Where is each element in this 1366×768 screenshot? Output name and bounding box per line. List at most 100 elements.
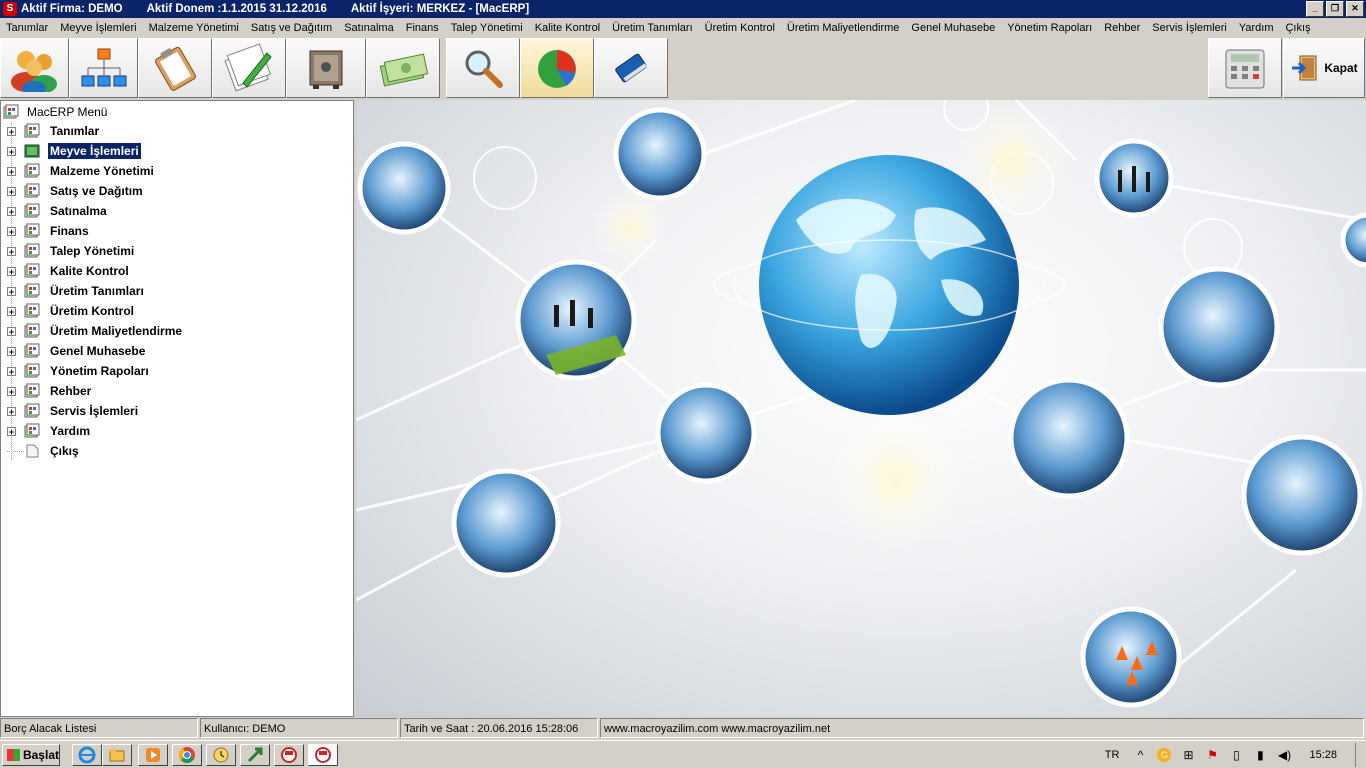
close-window-button[interactable]: ✕ — [1346, 1, 1364, 17]
menu-item-16[interactable]: Çıkış — [1279, 22, 1316, 34]
tree-item[interactable]: + Servis İşlemleri — [7, 401, 140, 421]
taskbar-app-clock[interactable] — [206, 744, 236, 766]
users-button[interactable] — [0, 38, 69, 98]
expand-icon[interactable]: + — [7, 346, 16, 356]
tree-item[interactable]: + Satış ve Dağıtım — [7, 181, 145, 201]
expand-icon[interactable]: + — [7, 406, 16, 416]
menu-item-7[interactable]: Kalite Kontrol — [529, 22, 606, 34]
expand-icon[interactable]: + — [7, 286, 16, 296]
taskbar-explorer[interactable] — [102, 744, 132, 766]
org-chart-icon — [81, 48, 126, 87]
money-button[interactable] — [366, 38, 440, 98]
menu-item-1[interactable]: Meyve İşlemleri — [54, 22, 142, 34]
expand-icon[interactable]: + — [7, 306, 16, 316]
menu-item-9[interactable]: Üretim Kontrol — [699, 22, 781, 34]
status-website: www.macroyazilim.com www.macroyazilim.ne… — [600, 718, 1364, 738]
book-icon — [615, 53, 648, 83]
menu-item-5[interactable]: Finans — [400, 22, 445, 34]
safe-button[interactable] — [286, 38, 366, 98]
expand-icon[interactable]: + — [7, 246, 16, 256]
expand-icon[interactable]: + — [7, 186, 16, 196]
power-icon[interactable]: ▯ — [1229, 748, 1243, 762]
volume-icon[interactable]: ◀) — [1277, 748, 1291, 762]
taskbar-app-macerp-2[interactable] — [308, 744, 338, 766]
expand-icon[interactable]: + — [7, 426, 16, 436]
menu-folder-icon — [24, 363, 40, 378]
tree-item[interactable]: + Üretim Maliyetlendirme — [7, 321, 184, 341]
menu-item-10[interactable]: Üretim Maliyetlendirme — [781, 22, 905, 34]
status-bar: Borç Alacak Listesi Kullanıcı: DEMO Tari… — [0, 718, 1366, 740]
org-chart-button[interactable] — [69, 38, 138, 98]
app-menu-icon — [3, 104, 19, 119]
tree-item[interactable]: + Talep Yönetimi — [7, 241, 136, 261]
status-datetime: Tarih ve Saat : 20.06.2016 15:28:06 — [400, 718, 598, 738]
expand-icon[interactable]: + — [7, 266, 16, 276]
tree-item[interactable]: + Tanımlar — [7, 121, 101, 141]
menu-item-2[interactable]: Malzeme Yönetimi — [143, 22, 245, 34]
tree-item[interactable]: + Genel Muhasebe — [7, 341, 147, 361]
arrow-app-icon — [247, 747, 263, 763]
tray-app-icon[interactable]: G — [1157, 748, 1172, 762]
menu-item-0[interactable]: Tanımlar — [0, 22, 54, 34]
taskbar-ie[interactable] — [72, 744, 102, 766]
expand-icon[interactable]: + — [7, 166, 16, 176]
clock[interactable]: 15:28 — [1309, 749, 1337, 761]
tree-item[interactable]: + Meyve İşlemleri — [7, 141, 142, 161]
tree-item[interactable]: + Finans — [7, 221, 91, 241]
tree-item[interactable]: + Yönetim Rapoları — [7, 361, 151, 381]
search-button[interactable] — [446, 38, 520, 98]
book-button[interactable] — [594, 38, 668, 98]
expand-icon[interactable]: + — [7, 326, 16, 336]
tree-item[interactable]: + Malzeme Yönetimi — [7, 161, 156, 181]
network-icon[interactable]: ▮ — [1253, 748, 1267, 762]
macerp-app-icon — [281, 747, 297, 763]
menu-folder-icon — [24, 183, 40, 198]
tree-item[interactable]: + Üretim Tanımları — [7, 281, 146, 301]
start-label: Başlat — [22, 748, 59, 762]
tree-item[interactable]: + Üretim Kontrol — [7, 301, 136, 321]
tree-item[interactable]: + Kalite Kontrol — [7, 261, 131, 281]
menu-item-6[interactable]: Talep Yönetimi — [445, 22, 529, 34]
notes-button[interactable] — [212, 38, 286, 98]
start-button[interactable]: Başlat — [2, 744, 60, 766]
tree-item-exit[interactable]: Çıkış — [7, 441, 81, 461]
clipboard-button[interactable] — [138, 38, 212, 98]
network-globe-illustration — [356, 100, 1366, 708]
menu-item-13[interactable]: Rehber — [1098, 22, 1146, 34]
show-desktop-button[interactable] — [1355, 743, 1366, 767]
menu-item-8[interactable]: Üretim Tanımları — [606, 22, 698, 34]
expand-icon[interactable]: + — [7, 146, 16, 156]
menu-item-12[interactable]: Yönetim Rapoları — [1001, 22, 1098, 34]
menu-item-4[interactable]: Satınalma — [338, 22, 400, 34]
taskbar-chrome[interactable] — [172, 744, 202, 766]
tree-root[interactable]: MacERP Menü — [3, 104, 107, 120]
expand-icon[interactable]: + — [7, 126, 16, 136]
taskbar-app-macerp-1[interactable] — [274, 744, 304, 766]
reports-button[interactable] — [520, 38, 594, 98]
tree-item[interactable]: + Satınalma — [7, 201, 109, 221]
calculator-button[interactable] — [1208, 38, 1282, 98]
tree-item[interactable]: + Rehber — [7, 381, 93, 401]
tree-item-label: Servis İşlemleri — [50, 404, 139, 418]
expand-icon[interactable]: + — [7, 226, 16, 236]
menu-item-15[interactable]: Yardım — [1233, 22, 1280, 34]
taskbar-media[interactable] — [138, 744, 168, 766]
restore-button[interactable]: ❐ — [1326, 1, 1344, 17]
minimize-button[interactable]: _ — [1306, 1, 1324, 17]
expand-icon[interactable]: + — [7, 206, 16, 216]
tree-item[interactable]: + Yardım — [7, 421, 92, 441]
expand-icon[interactable]: + — [7, 366, 16, 376]
menu-item-3[interactable]: Satış ve Dağıtım — [245, 22, 338, 34]
expand-icon[interactable]: + — [7, 386, 16, 396]
menu-item-14[interactable]: Servis İşlemleri — [1146, 22, 1233, 34]
close-app-button[interactable]: Kapat — [1283, 38, 1365, 98]
menu-item-11[interactable]: Genel Muhasebe — [905, 22, 1001, 34]
language-indicator[interactable]: TR — [1105, 749, 1120, 761]
action-center-icon[interactable]: ⚑ — [1205, 748, 1219, 762]
menu-folder-icon — [24, 283, 40, 298]
taskbar-app-arrow[interactable] — [240, 744, 270, 766]
macerp-app-icon — [315, 747, 331, 763]
taskbar: Başlat TR ^ G ⊞ ⚑ ▯ ▮ ◀) 15:28 — [0, 740, 1366, 768]
tray-expand-icon[interactable]: ^ — [1133, 748, 1147, 762]
windows-update-icon[interactable]: ⊞ — [1181, 748, 1195, 762]
